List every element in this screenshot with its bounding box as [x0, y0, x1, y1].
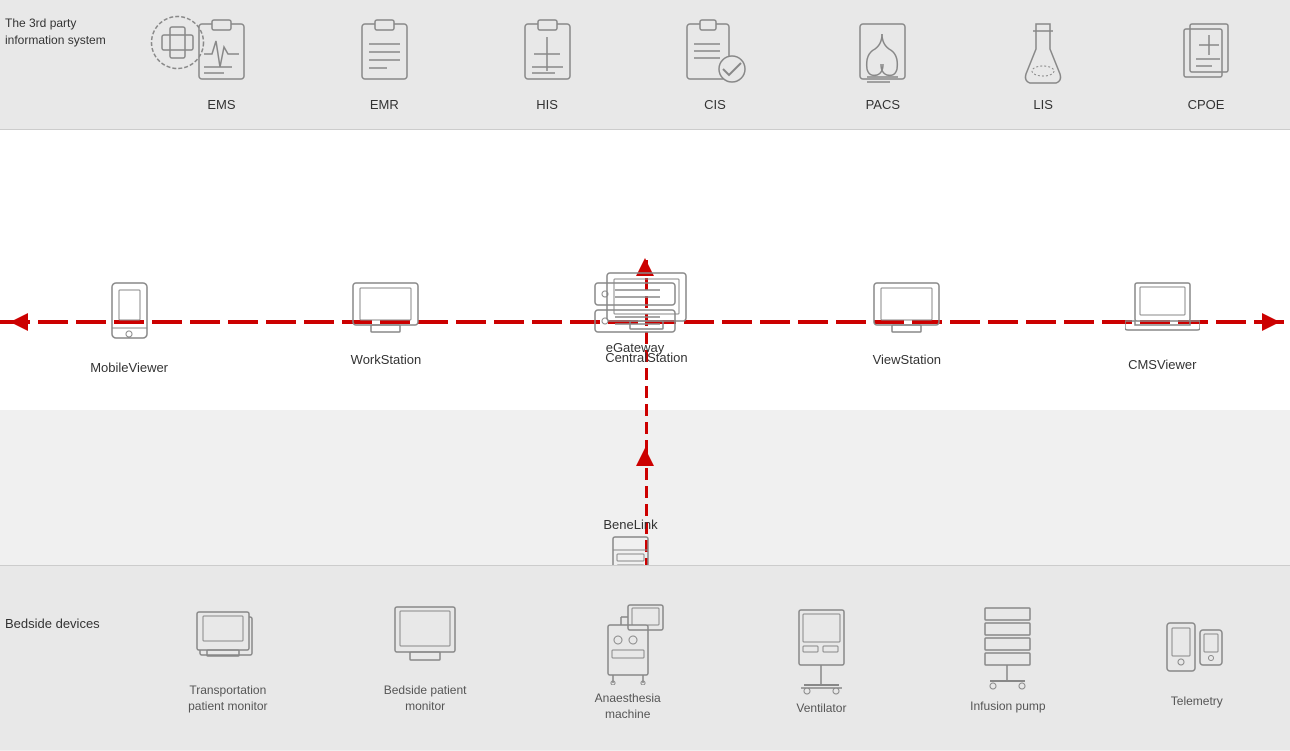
arrow-up-central [636, 448, 654, 466]
system-label-pacs: PACS [866, 97, 900, 112]
bedside-icons-row: Transportation patient monitor Bedside p… [130, 566, 1290, 751]
system-label-cpoe: CPOE [1188, 97, 1225, 112]
station-label-central: CentralStation [605, 350, 687, 365]
third-party-label: The 3rd party information system [5, 15, 145, 49]
system-label-cis: CIS [704, 97, 726, 112]
device-ventilator: Ventilator [789, 600, 854, 717]
system-item-his: HIS [520, 19, 575, 112]
device-label-bedside: Bedside patient monitor [384, 683, 467, 714]
system-item-cis: CIS [682, 19, 747, 112]
top-icons-row: EMS EMR HIS [140, 0, 1290, 130]
device-label-anaesthesia: Anaesthesia machine [595, 691, 661, 722]
benelink-label: BeneLink [603, 517, 657, 532]
device-label-infusion: Infusion pump [970, 699, 1045, 715]
system-item-pacs: PACS [855, 19, 910, 112]
station-viewstation: ViewStation [869, 280, 944, 367]
system-item-emr: EMR [357, 19, 412, 112]
system-label-emr: EMR [370, 97, 399, 112]
stations-row: MobileViewer WorkStation CentralStatio [0, 280, 1290, 375]
station-mobile-viewer: MobileViewer [90, 280, 168, 375]
bedside-label: Bedside devices [5, 616, 100, 631]
system-item-ems: EMS [194, 19, 249, 112]
device-label-ventilator: Ventilator [796, 701, 846, 717]
system-label-lis: LIS [1033, 97, 1053, 112]
bottom-section: Bedside devices Transportation patient m… [0, 565, 1290, 750]
top-section: The 3rd party information system EMS [0, 0, 1290, 130]
system-label-ems: EMS [207, 97, 235, 112]
system-label-his: HIS [536, 97, 558, 112]
device-infusion-pump: Infusion pump [970, 603, 1045, 715]
station-cmsviewer: CMSViewer [1125, 280, 1200, 372]
device-bedside-monitor: Bedside patient monitor [384, 602, 467, 714]
device-label-transport: Transportation patient monitor [188, 683, 267, 714]
station-label-cms: CMSViewer [1128, 357, 1196, 372]
middle-section: eGateway MobileViewer WorkStation [0, 130, 1290, 410]
station-central: CentralStation [604, 270, 689, 365]
station-label-mobile: MobileViewer [90, 360, 168, 375]
device-label-telemetry: Telemetry [1171, 694, 1223, 710]
system-item-cpoe: CPOE [1176, 19, 1236, 112]
station-label-view: ViewStation [873, 352, 941, 367]
station-workstation: WorkStation [348, 280, 423, 367]
device-transport-monitor: Transportation patient monitor [188, 602, 267, 714]
device-anaesthesia: Anaesthesia machine [583, 595, 673, 722]
device-telemetry: Telemetry [1162, 608, 1232, 710]
station-label-workstation: WorkStation [351, 352, 422, 367]
system-item-lis: LIS [1018, 19, 1068, 112]
